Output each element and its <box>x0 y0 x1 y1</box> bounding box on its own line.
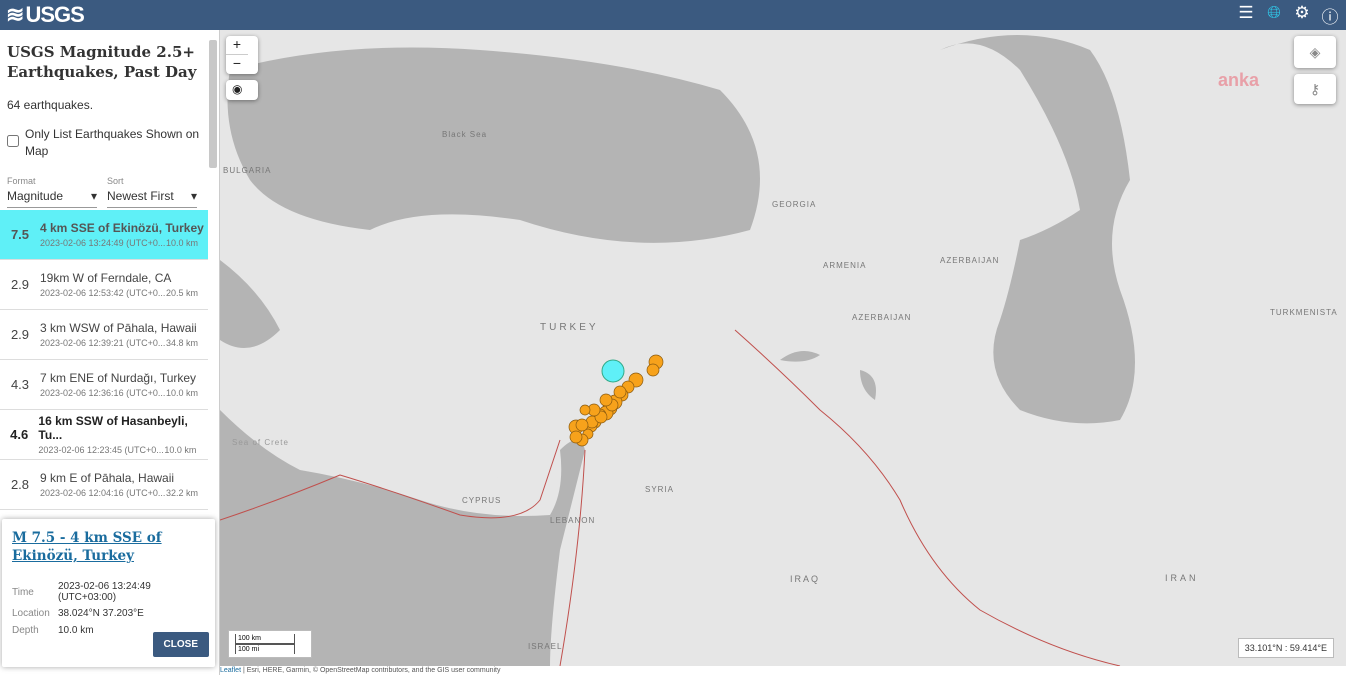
location-value: 38.024°N 37.203°E <box>58 608 144 619</box>
globe-icon: ◉ <box>232 82 243 96</box>
place: 7 km ENE of Nurdağı, Turkey <box>40 371 197 385</box>
layers-button[interactable]: ◈ <box>1294 36 1336 68</box>
list-item[interactable]: 4.6 16 km SSW of Hasanbeyli, Tu... 2023-… <box>0 410 208 460</box>
list-item[interactable]: 2.8 9 km E of Pāhala, Hawaii 2023-02-06 … <box>0 460 208 510</box>
time: 2023-02-06 12:23:45 (UTC+0... <box>38 445 164 455</box>
time: 2023-02-06 12:04:16 (UTC+0... <box>40 488 166 498</box>
earthquake-marker[interactable] <box>646 363 660 377</box>
map[interactable]: Black Sea BULGARIA GEORGIA ARMENIA AZERB… <box>220 30 1346 666</box>
caret-down-icon: ▾ <box>90 189 97 203</box>
sort-select[interactable]: Sort Newest First ▾ <box>107 176 197 208</box>
coordinate-readout: 33.101°N : 59.414°E <box>1237 638 1334 658</box>
selected-earthquake-marker[interactable] <box>601 359 625 383</box>
earthquake-marker[interactable] <box>613 385 627 399</box>
place: 9 km E of Pāhala, Hawaii <box>40 471 175 485</box>
earthquake-marker[interactable] <box>599 393 613 407</box>
earthquake-marker[interactable] <box>575 418 589 432</box>
scrollbar[interactable] <box>209 40 217 168</box>
depth: 34.8 km <box>165 338 198 348</box>
waves-icon: ≋ <box>6 2 24 27</box>
depth: 10.0 km <box>165 238 198 248</box>
layers-icon: ◈ <box>1309 44 1321 60</box>
list-item[interactable]: 2.9 3 km WSW of Pāhala, Hawaii 2023-02-0… <box>0 310 208 360</box>
depth: 20.5 km <box>165 288 198 298</box>
label-azerbaijan: AZERBAIJAN <box>940 256 1000 265</box>
caret-down-icon: ▾ <box>190 189 197 203</box>
usgs-logo[interactable]: ≋ USGS <box>6 2 85 28</box>
label-iraq: IRAQ <box>790 574 821 584</box>
list-icon[interactable]: ☰ <box>1236 3 1256 28</box>
depth: 32.2 km <box>165 488 198 498</box>
magnitude: 2.8 <box>10 477 30 492</box>
place: 4 km SSE of Ekinözü, Turkey <box>40 221 204 235</box>
scale-bar: 100 km 100 mi <box>228 630 312 658</box>
leaflet-link[interactable]: Leaflet <box>220 667 241 674</box>
attribution: Leaflet | Esri, HERE, Garmin, © OpenStre… <box>220 666 1346 675</box>
label-turkey: TURKEY <box>540 322 599 333</box>
label-azerbaijan-2: AZERBAIJAN <box>852 313 912 322</box>
globe-button[interactable]: ◉ <box>226 80 258 100</box>
gear-icon[interactable]: ⚙ <box>1292 3 1312 28</box>
label-iran: IRAN <box>1165 573 1199 583</box>
zoom-control: + − <box>226 36 258 74</box>
format-select[interactable]: Format Magnitude ▾ <box>7 176 97 208</box>
earthquake-title-link[interactable]: M 7.5 - 4 km SSE of Ekinözü, Turkey <box>12 529 205 565</box>
list-item[interactable]: 2.9 19km W of Ferndale, CA 2023-02-06 12… <box>0 260 208 310</box>
earthquake-list: 7.5 4 km SSE of Ekinözü, Turkey 2023-02-… <box>0 210 208 510</box>
label-armenia: ARMENIA <box>823 261 867 270</box>
earthquake-popup: M 7.5 - 4 km SSE of Ekinözü, Turkey Time… <box>2 519 215 667</box>
label-cyprus: CYPRUS <box>462 496 502 505</box>
depth: 10.0 km <box>165 388 198 398</box>
page-title: USGS Magnitude 2.5+ Earthquakes, Past Da… <box>7 43 197 81</box>
place: 16 km SSW of Hasanbeyli, Tu... <box>38 414 188 442</box>
time: 2023-02-06 12:53:42 (UTC+0... <box>40 288 166 298</box>
magnitude: 4.6 <box>10 427 29 442</box>
magnitude: 7.5 <box>10 227 30 242</box>
list-item[interactable]: 4.3 7 km ENE of Nurdağı, Turkey 2023-02-… <box>0 360 208 410</box>
watermark: anka <box>1218 70 1260 90</box>
place: 19km W of Ferndale, CA <box>40 271 172 285</box>
zoom-in-button[interactable]: + <box>226 36 248 55</box>
place: 3 km WSW of Pāhala, Hawaii <box>40 321 197 335</box>
close-button[interactable]: CLOSE <box>152 632 209 657</box>
earthquake-markers <box>568 354 664 447</box>
earthquake-count: 64 earthquakes. <box>7 98 94 112</box>
label-lebanon: LEBANON <box>550 516 596 525</box>
magnitude: 2.9 <box>10 327 30 342</box>
magnitude: 2.9 <box>10 277 30 292</box>
help-icon[interactable]: ⓘ <box>1320 3 1340 28</box>
label-georgia: GEORGIA <box>772 200 817 209</box>
depth: 10.0 km <box>164 445 197 455</box>
time: 2023-02-06 12:39:21 (UTC+0... <box>40 338 166 348</box>
only-list-checkbox-row[interactable]: Only List Earthquakes Shown on Map <box>7 126 212 160</box>
label-israel: ISRAEL <box>528 642 563 651</box>
time: 2023-02-06 12:36:16 (UTC+0... <box>40 388 166 398</box>
label-sea-of-crete: Sea of Crete <box>232 438 289 447</box>
header: ≋ USGS ☰ 🌐︎ ⚙ ⓘ <box>0 0 1346 30</box>
time: 2023-02-06 13:24:49 (UTC+0... <box>40 238 166 248</box>
label-turkmenistan: TURKMENISTA <box>1270 308 1338 317</box>
key-icon: ⚷ <box>1309 81 1321 97</box>
list-item[interactable]: 7.5 4 km SSE of Ekinözü, Turkey 2023-02-… <box>0 210 208 260</box>
earthquake-marker[interactable] <box>579 404 591 416</box>
earthquake-marker[interactable] <box>569 430 583 444</box>
label-bulgaria: BULGARIA <box>223 166 272 175</box>
label-syria: SYRIA <box>645 485 675 494</box>
only-list-checkbox[interactable] <box>7 135 19 147</box>
globe-icon[interactable]: 🌐︎ <box>1264 3 1284 28</box>
time-value: 2023-02-06 13:24:49 (UTC+03:00) <box>58 581 151 603</box>
zoom-out-button[interactable]: − <box>226 55 248 74</box>
magnitude: 4.3 <box>10 377 30 392</box>
label-black-sea: Black Sea <box>442 130 488 139</box>
legend-button[interactable]: ⚷ <box>1294 74 1336 104</box>
